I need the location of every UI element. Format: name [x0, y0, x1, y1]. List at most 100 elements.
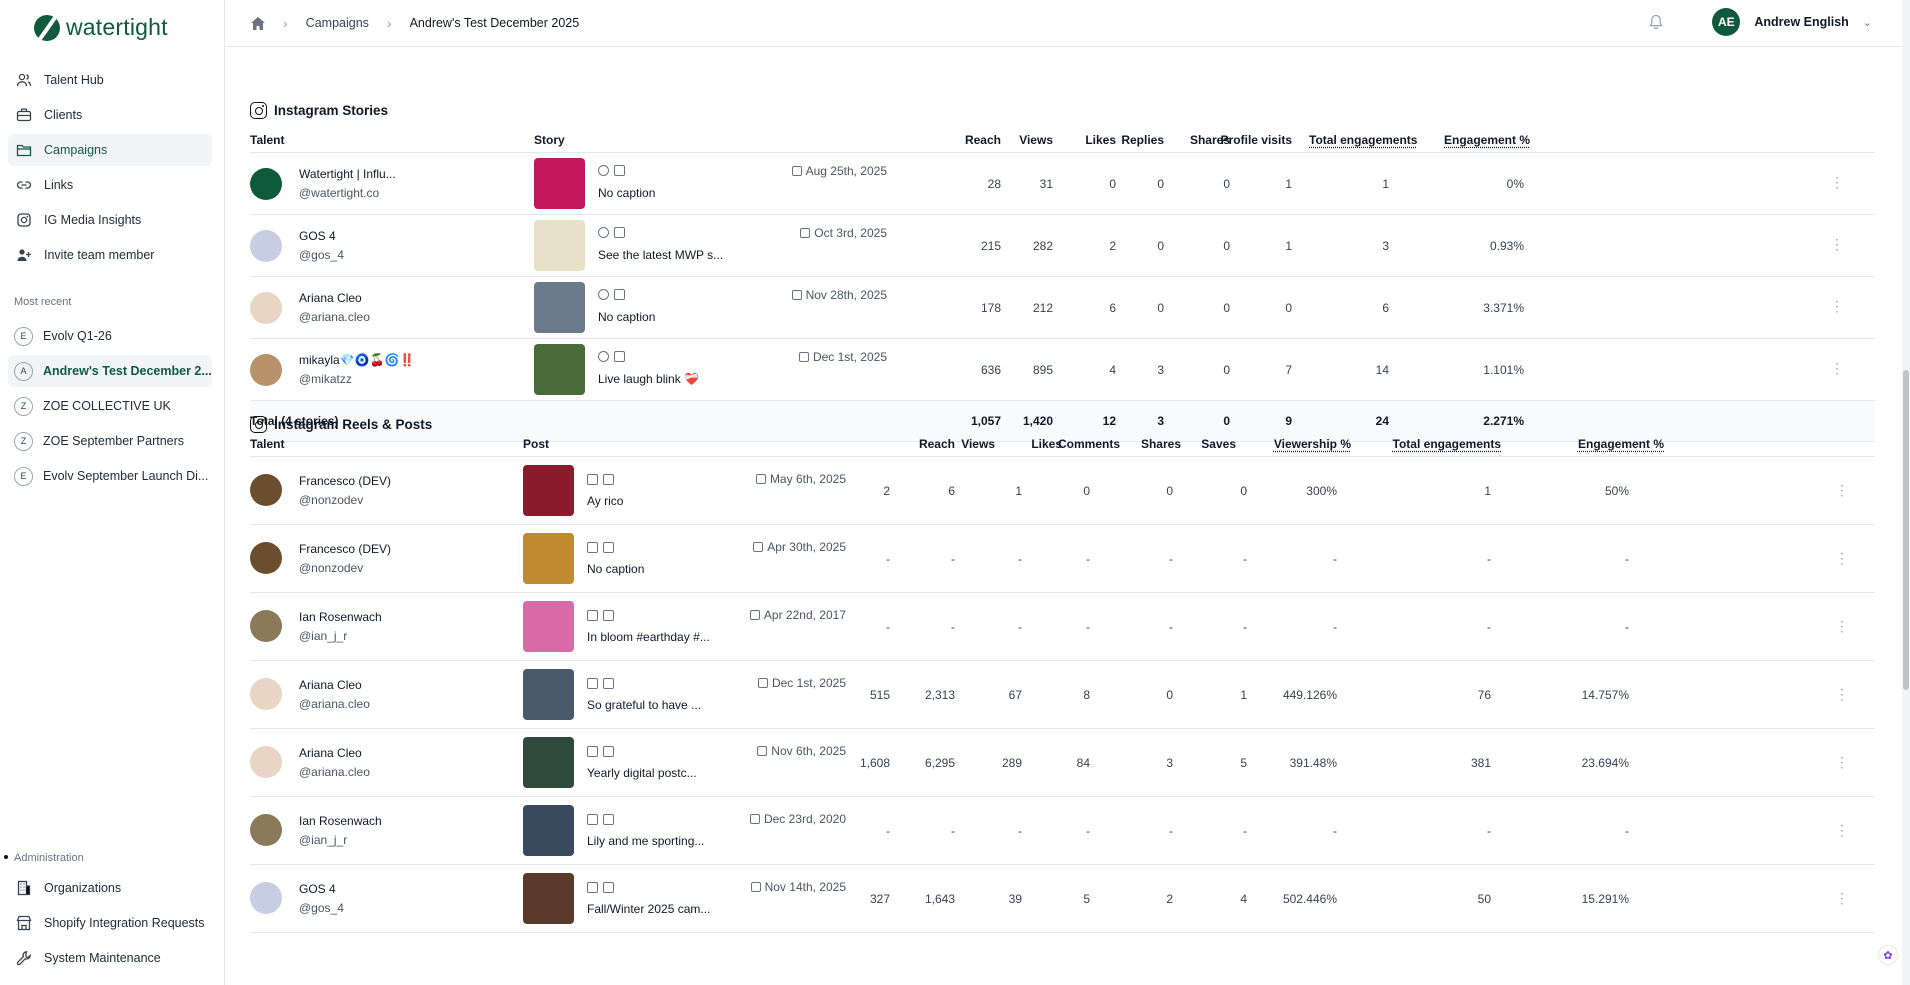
admin-item-system-maintenance[interactable]: System Maintenance [8, 942, 212, 974]
story-row[interactable]: Ariana Cleo @ariana.cleo No caption Nov 28t… [250, 277, 1875, 339]
reels-col-header[interactable]: Viewership % [1221, 437, 1351, 451]
row-menu-icon[interactable]: ⋮ [1830, 237, 1844, 251]
reels-col-header[interactable]: Total engagements [1371, 437, 1501, 451]
post-row[interactable]: Ian Rosenwach @ian_j_r In bloom #earthday … [250, 593, 1875, 661]
scroll-thumb[interactable] [1903, 370, 1909, 690]
row-menu-icon[interactable]: ⋮ [1830, 175, 1844, 189]
nav-item-ig-media-insights[interactable]: IG Media Insights [8, 204, 212, 236]
campaign-badge: E [14, 326, 33, 346]
story-thumbnail[interactable] [534, 282, 585, 333]
story-thumbnail[interactable] [534, 220, 585, 271]
carousel-icon [587, 882, 598, 893]
admin-item-label: Shopify Integration Requests [44, 916, 205, 930]
post-thumbnail[interactable] [523, 805, 574, 856]
story-caption: No caption [598, 310, 656, 324]
talent-handle: @ariana.cleo [299, 697, 370, 711]
post-thumbnail[interactable] [523, 873, 574, 924]
home-icon[interactable] [251, 16, 265, 30]
stories-col-header[interactable]: Engagement % [1444, 133, 1530, 147]
video-icon [614, 289, 625, 300]
row-menu-icon[interactable]: ⋮ [1835, 755, 1849, 769]
metric-viewership: 391.48% [1289, 756, 1337, 770]
video-icon [614, 165, 625, 176]
admin-nav: Organizations Shopify Integration Request… [0, 872, 225, 977]
story-thumbnail[interactable] [534, 158, 585, 209]
talent-avatar [250, 474, 282, 506]
recent-item[interactable]: A Andrew's Test December 2... [8, 355, 212, 387]
post-row[interactable]: GOS 4 @gos_4 Fall/Winter 2025 cam... Nov 14… [250, 865, 1875, 933]
nav-item-label: Campaigns [44, 143, 108, 157]
post-row[interactable]: Ariana Cleo @ariana.cleo So grateful to ha… [250, 661, 1875, 729]
talent-handle: @mikatzz [299, 372, 352, 386]
bullet-dot [4, 855, 8, 859]
story-row[interactable]: Watertight | Influ... @watertight.co No ca… [250, 153, 1875, 215]
metric-viewership: - [1333, 824, 1337, 838]
stories-total-row: Total (4 stories) 1,057 1,420 12 3 0 9 24 2.271% [250, 401, 1875, 442]
story-row[interactable]: mikayla💎🧿🍒🌀‼️ @mikatzz Live laugh blink ❤️… [250, 339, 1875, 401]
user-area: AE Andrew English ⌄ [1648, 8, 1872, 36]
row-menu-icon[interactable]: ⋮ [1830, 299, 1844, 313]
post-row[interactable]: Ariana Cleo @ariana.cleo Yearly digital po… [250, 729, 1875, 797]
stories-section-title: Instagram Stories [250, 102, 388, 119]
row-menu-icon[interactable]: ⋮ [1835, 891, 1849, 905]
row-menu-icon[interactable]: ⋮ [1835, 687, 1849, 701]
reels-col-header[interactable]: Engagement % [1534, 437, 1664, 451]
row-menu-icon[interactable]: ⋮ [1835, 619, 1849, 633]
stories-col-header[interactable]: Profile visits [1212, 133, 1292, 147]
metric-saves: 4 [1240, 892, 1247, 906]
row-menu-icon[interactable]: ⋮ [1835, 551, 1849, 565]
nav-item-campaigns[interactable]: Campaigns [8, 134, 212, 166]
recent-item[interactable]: Z ZOE September Partners [8, 425, 212, 457]
metric-eng: 0.93% [1489, 239, 1524, 253]
admin-item-organizations[interactable]: Organizations [8, 872, 212, 904]
post-thumbnail[interactable] [523, 669, 574, 720]
post-row[interactable]: Ian Rosenwach @ian_j_r Lily and me sportin… [250, 797, 1875, 865]
total-total: 24 [1375, 414, 1389, 428]
recent-item[interactable]: E Evolv September Launch Di... [8, 460, 212, 492]
reels-col-header[interactable]: Saves [1106, 437, 1236, 451]
metric-eng: 50% [1604, 484, 1629, 498]
story-thumbnail[interactable] [534, 344, 585, 395]
post-thumbnail[interactable] [523, 737, 574, 788]
scrollbar[interactable] [1902, 0, 1910, 985]
story-row[interactable]: GOS 4 @gos_4 See the latest MWP s... Oct 3r… [250, 215, 1875, 277]
nav-item-clients[interactable]: Clients [8, 99, 212, 131]
post-thumbnail[interactable] [523, 533, 574, 584]
metric-total: 1 [1484, 484, 1491, 498]
post-thumbnail[interactable] [523, 465, 574, 516]
talent-handle: @nonzodev [299, 493, 364, 507]
post-row[interactable]: Francesco (DEV) @nonzodev Ay rico May 6th, … [250, 457, 1875, 525]
metric-saves: - [1243, 824, 1247, 838]
admin-item-shopify-integration-requests[interactable]: Shopify Integration Requests [8, 907, 212, 939]
reels-col-header: Talent [250, 437, 285, 451]
calendar-icon [757, 678, 768, 688]
sidebar: watertight Talent Hub Clients Campaigns Lin… [0, 0, 225, 985]
talent-handle: @ian_j_r [299, 833, 348, 847]
talent-name: Francesco (DEV) [299, 542, 392, 556]
help-widget-icon[interactable]: ✿ [1878, 945, 1898, 965]
talent-avatar [250, 814, 282, 846]
row-menu-icon[interactable]: ⋮ [1835, 483, 1849, 497]
nav-item-talent-hub[interactable]: Talent Hub [8, 64, 212, 96]
talent-avatar [250, 542, 282, 574]
watertight-logo[interactable]: watertight [34, 14, 168, 41]
row-menu-icon[interactable]: ⋮ [1835, 823, 1849, 837]
nav-item-links[interactable]: Links [8, 169, 212, 201]
nav-item-invite-team-member[interactable]: Invite team member [8, 239, 212, 271]
media-type-icons [598, 351, 625, 362]
post-thumbnail[interactable] [523, 601, 574, 652]
play-icon [598, 351, 609, 362]
logo-mark-icon [34, 14, 60, 41]
user-avatar[interactable]: AE [1712, 8, 1741, 36]
recent-item-label: Evolv Q1-26 [43, 329, 112, 343]
bell-icon[interactable] [1648, 14, 1664, 30]
recent-item[interactable]: Z ZOE COLLECTIVE UK [8, 390, 212, 422]
recent-item[interactable]: E Evolv Q1-26 [8, 320, 212, 352]
breadcrumb-campaigns[interactable]: Campaigns [306, 16, 369, 30]
post-row[interactable]: Francesco (DEV) @nonzodev No caption Apr 30… [250, 525, 1875, 593]
row-menu-icon[interactable]: ⋮ [1830, 361, 1844, 375]
video-icon [614, 227, 625, 238]
stories-col-header[interactable]: Total engagements [1309, 133, 1417, 147]
chevron-down-icon[interactable]: ⌄ [1863, 16, 1872, 29]
user-name[interactable]: Andrew English [1754, 15, 1848, 29]
